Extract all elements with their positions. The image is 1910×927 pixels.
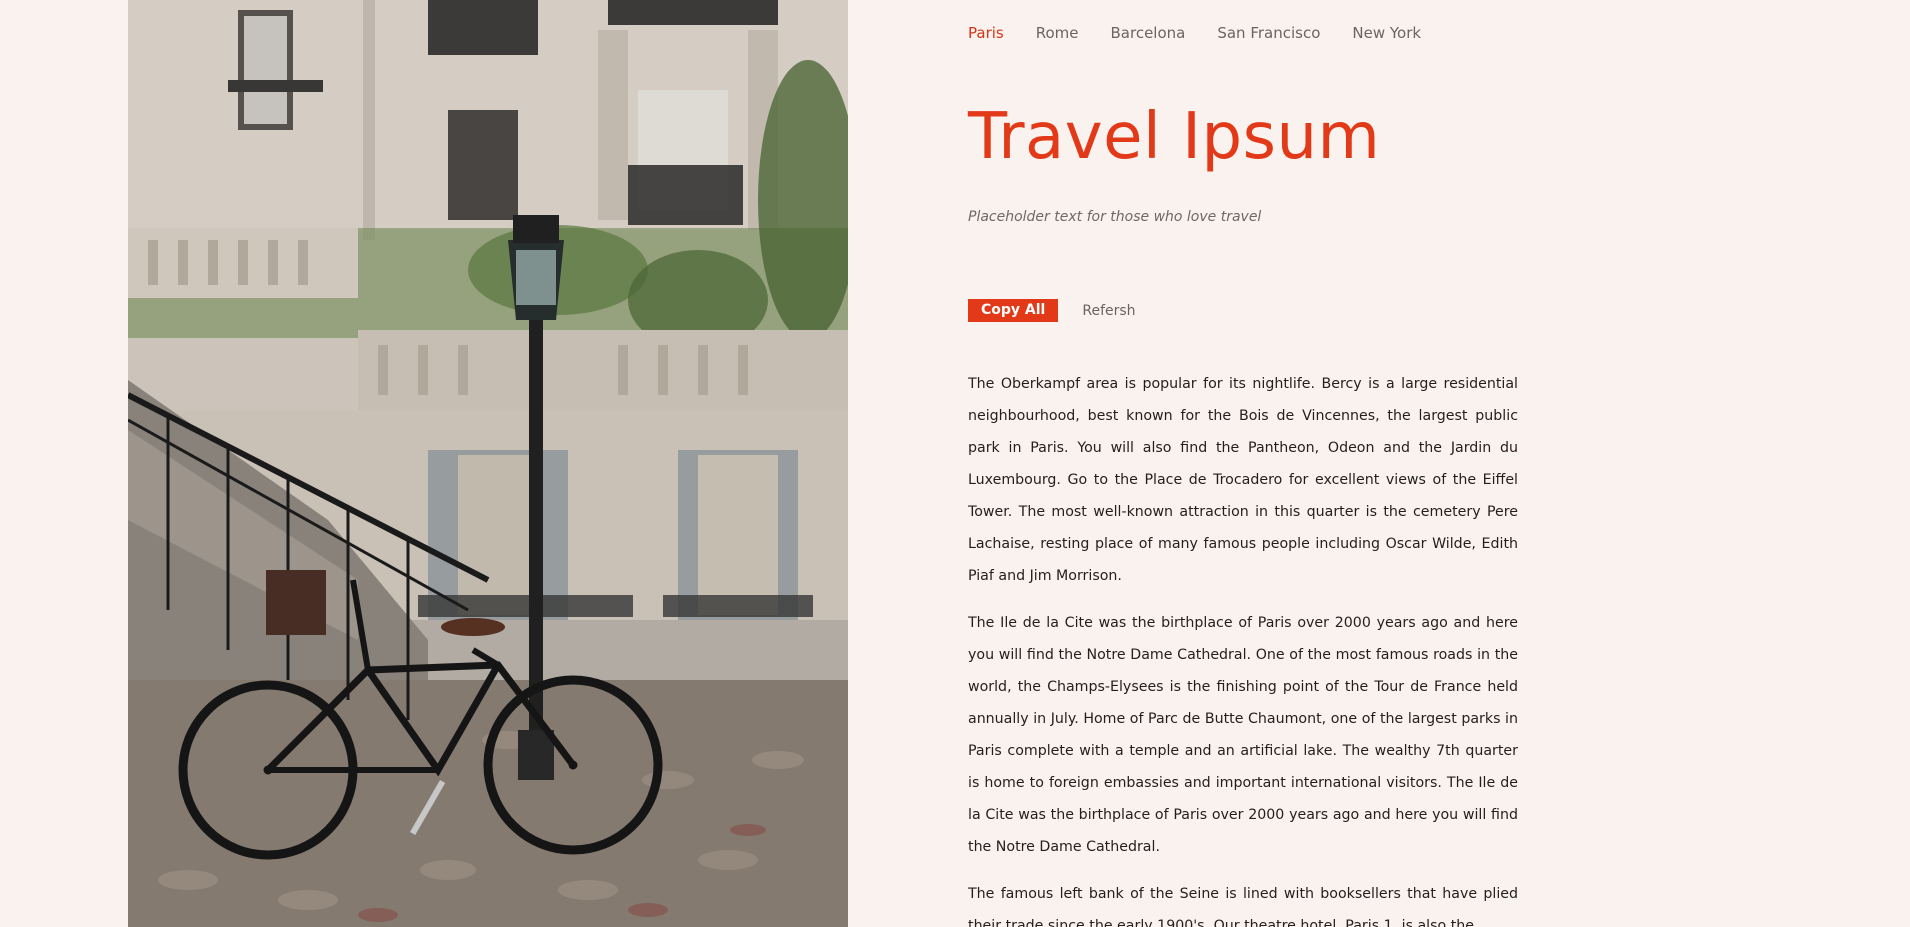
nav-link-new-york[interactable]: New York [1352, 24, 1421, 42]
city-nav: Paris Rome Barcelona San Francisco New Y… [968, 24, 1453, 42]
page-subtitle: Placeholder text for those who love trav… [968, 209, 1262, 225]
page: Paris Rome Barcelona San Francisco New Y… [0, 0, 1910, 927]
nav-link-paris[interactable]: Paris [968, 24, 1004, 42]
hero-photo [128, 0, 848, 927]
paragraph: The Oberkampf area is popular for its ni… [968, 376, 1518, 584]
copy-all-button[interactable]: Copy All [968, 299, 1059, 322]
nav-link-san-francisco[interactable]: San Francisco [1217, 24, 1320, 42]
paris-street-photo [128, 0, 848, 927]
page-title: Travel Ipsum [968, 100, 1381, 174]
paragraph: The famous left bank of the Seine is lin… [968, 886, 1518, 927]
nav-link-barcelona[interactable]: Barcelona [1111, 24, 1186, 42]
refresh-button[interactable]: Refersh [1082, 303, 1135, 319]
nav-link-rome[interactable]: Rome [1036, 24, 1079, 42]
ipsum-text: The Oberkampf area is popular for its ni… [968, 368, 1518, 927]
content-column: Paris Rome Barcelona San Francisco New Y… [968, 0, 1518, 927]
paragraph: The Ile de la Cite was the birthplace of… [968, 615, 1518, 855]
action-bar: Copy All Refersh [968, 299, 1136, 322]
